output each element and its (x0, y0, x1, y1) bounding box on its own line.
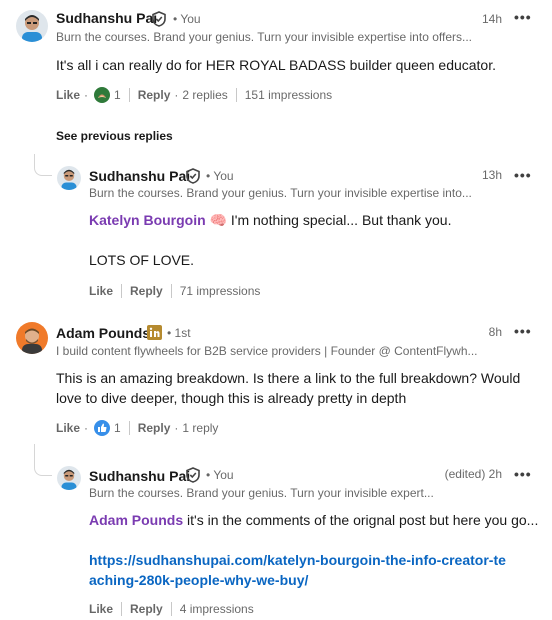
connection-degree: • You (173, 12, 201, 26)
support-reaction-icon (94, 87, 111, 103)
reply-button[interactable]: Reply (130, 284, 163, 298)
comment-actions: Like · 1 Reply · 2 replies 151 impressio… (56, 87, 333, 103)
author-headline: Burn the courses. Brand your genius. Tur… (89, 486, 434, 500)
connection-degree: • You (206, 169, 234, 183)
connection-degree: • You (206, 468, 234, 482)
author-name[interactable]: Sudhanshu Pai (89, 168, 190, 184)
author-name[interactable]: Sudhanshu Pai (56, 10, 157, 26)
comment-text: Katelyn Bourgoin 🧠 I'm nothing special..… (89, 212, 452, 228)
impressions-count[interactable]: 151 impressions (245, 88, 332, 102)
avatar[interactable] (16, 322, 48, 354)
timestamp: 13h (481, 168, 502, 182)
reply-button[interactable]: Reply (138, 88, 171, 102)
avatar[interactable] (57, 466, 81, 490)
comment-text: This is an amazing breakdown. Is there a… (56, 370, 521, 406)
verified-shield-icon (186, 467, 200, 488)
timestamp: 14h (481, 12, 502, 26)
linkedin-premium-icon (147, 325, 162, 345)
impressions-count[interactable]: 71 impressions (180, 284, 261, 298)
avatar[interactable] (57, 166, 81, 190)
mention-link[interactable]: Adam Pounds (89, 512, 183, 528)
mention-emoji: 🧠 (209, 212, 227, 228)
reply-button[interactable]: Reply (138, 421, 171, 435)
more-options-button[interactable]: ••• (514, 10, 532, 24)
replies-count[interactable]: 1 reply (182, 421, 218, 435)
more-options-button[interactable]: ••• (514, 324, 532, 338)
impressions-count[interactable]: 4 impressions (180, 602, 254, 616)
timestamp: 8h (488, 325, 502, 339)
like-button[interactable]: Like (56, 421, 80, 435)
replies-count[interactable]: 2 replies (182, 88, 227, 102)
reaction-count[interactable]: 1 (114, 88, 121, 102)
author-headline: Burn the courses. Brand your genius. Tur… (56, 30, 472, 44)
comment-actions: Like Reply 71 impressions (89, 282, 260, 300)
author-headline: I build content flywheels for B2B servic… (56, 344, 478, 358)
comment-text-line: LOTS OF LOVE. (89, 252, 195, 268)
see-previous-replies-link[interactable]: See previous replies (56, 129, 173, 143)
like-button[interactable]: Like (89, 602, 113, 616)
comment-text: It's all i can really do for HER ROYAL B… (56, 57, 497, 73)
reaction-count[interactable]: 1 (114, 421, 121, 435)
like-button[interactable]: Like (89, 284, 113, 298)
mention-link[interactable]: Katelyn Bourgoin (89, 212, 206, 228)
comment-actions: Like · 1 Reply · 1 reply (56, 420, 219, 436)
thread-connector (34, 444, 52, 476)
connection-degree: • 1st (167, 326, 191, 340)
author-headline: Burn the courses. Brand your genius. Tur… (89, 186, 472, 200)
author-name[interactable]: Adam Pounds (56, 325, 150, 341)
url-link[interactable]: https://sudhanshupai.com/katelyn-bourgoi… (89, 550, 509, 590)
avatar[interactable] (16, 10, 48, 42)
reply-button[interactable]: Reply (130, 602, 163, 616)
author-name[interactable]: Sudhanshu Pai (89, 468, 190, 484)
more-options-button[interactable]: ••• (514, 168, 532, 182)
verified-shield-icon (152, 11, 166, 32)
like-button[interactable]: Like (56, 88, 80, 102)
comment-text: Adam Pounds it's in the comments of the … (89, 512, 539, 528)
like-reaction-icon (94, 420, 111, 436)
timestamp: (edited) 2h (444, 467, 502, 481)
thread-connector (34, 154, 52, 176)
comment-actions: Like Reply 4 impressions (89, 600, 254, 618)
more-options-button[interactable]: ••• (514, 467, 532, 481)
